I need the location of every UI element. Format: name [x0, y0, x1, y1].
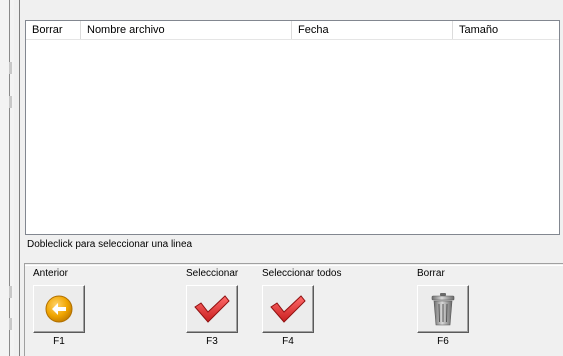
- checkmark-icon: [194, 295, 230, 323]
- f4-key-label: F4: [282, 336, 294, 347]
- seleccionar-button[interactable]: [186, 285, 238, 333]
- window-edge: [0, 0, 14, 356]
- frame-divider: [19, 0, 20, 356]
- status-hint: Dobleclick para seleccionar una linea: [27, 239, 193, 250]
- edge-marker: [9, 318, 12, 330]
- edge-marker: [9, 286, 12, 298]
- seleccionar-key-group: Seleccionar F3: [186, 263, 242, 355]
- list-header: Borrar Nombre archivo Fecha Tamaño: [26, 21, 559, 40]
- edge-line: [9, 0, 10, 356]
- f1-key-label: F1: [53, 336, 65, 347]
- column-header-tamano[interactable]: Tamaño: [453, 21, 559, 39]
- file-list[interactable]: Borrar Nombre archivo Fecha Tamaño: [25, 20, 560, 235]
- edge-marker: [9, 96, 12, 108]
- file-selection-window: Borrar Nombre archivo Fecha Tamaño Doble…: [0, 0, 563, 356]
- anterior-button[interactable]: [33, 285, 85, 333]
- column-header-borrar[interactable]: Borrar: [26, 21, 81, 39]
- borrar-key-group: Borrar F6: [417, 263, 473, 355]
- seleccionar-todos-key-group: Seleccionar todos F4: [262, 263, 342, 355]
- borrar-button[interactable]: [417, 285, 469, 333]
- f3-key-label: F3: [206, 336, 218, 347]
- anterior-label: Anterior: [33, 268, 69, 279]
- seleccionar-todos-label: Seleccionar todos: [262, 268, 342, 279]
- borrar-label: Borrar: [417, 268, 445, 279]
- edge-marker: [9, 62, 12, 74]
- f6-key-label: F6: [437, 336, 449, 347]
- seleccionar-todos-button[interactable]: [262, 285, 314, 333]
- anterior-key-group: Anterior F1: [33, 263, 89, 355]
- trash-can-icon: [431, 293, 455, 326]
- column-header-fecha[interactable]: Fecha: [292, 21, 453, 39]
- back-arrow-icon: [45, 295, 73, 323]
- seleccionar-label: Seleccionar: [186, 268, 239, 279]
- column-header-nombre-archivo[interactable]: Nombre archivo: [81, 21, 292, 39]
- checkmark-icon: [270, 295, 306, 323]
